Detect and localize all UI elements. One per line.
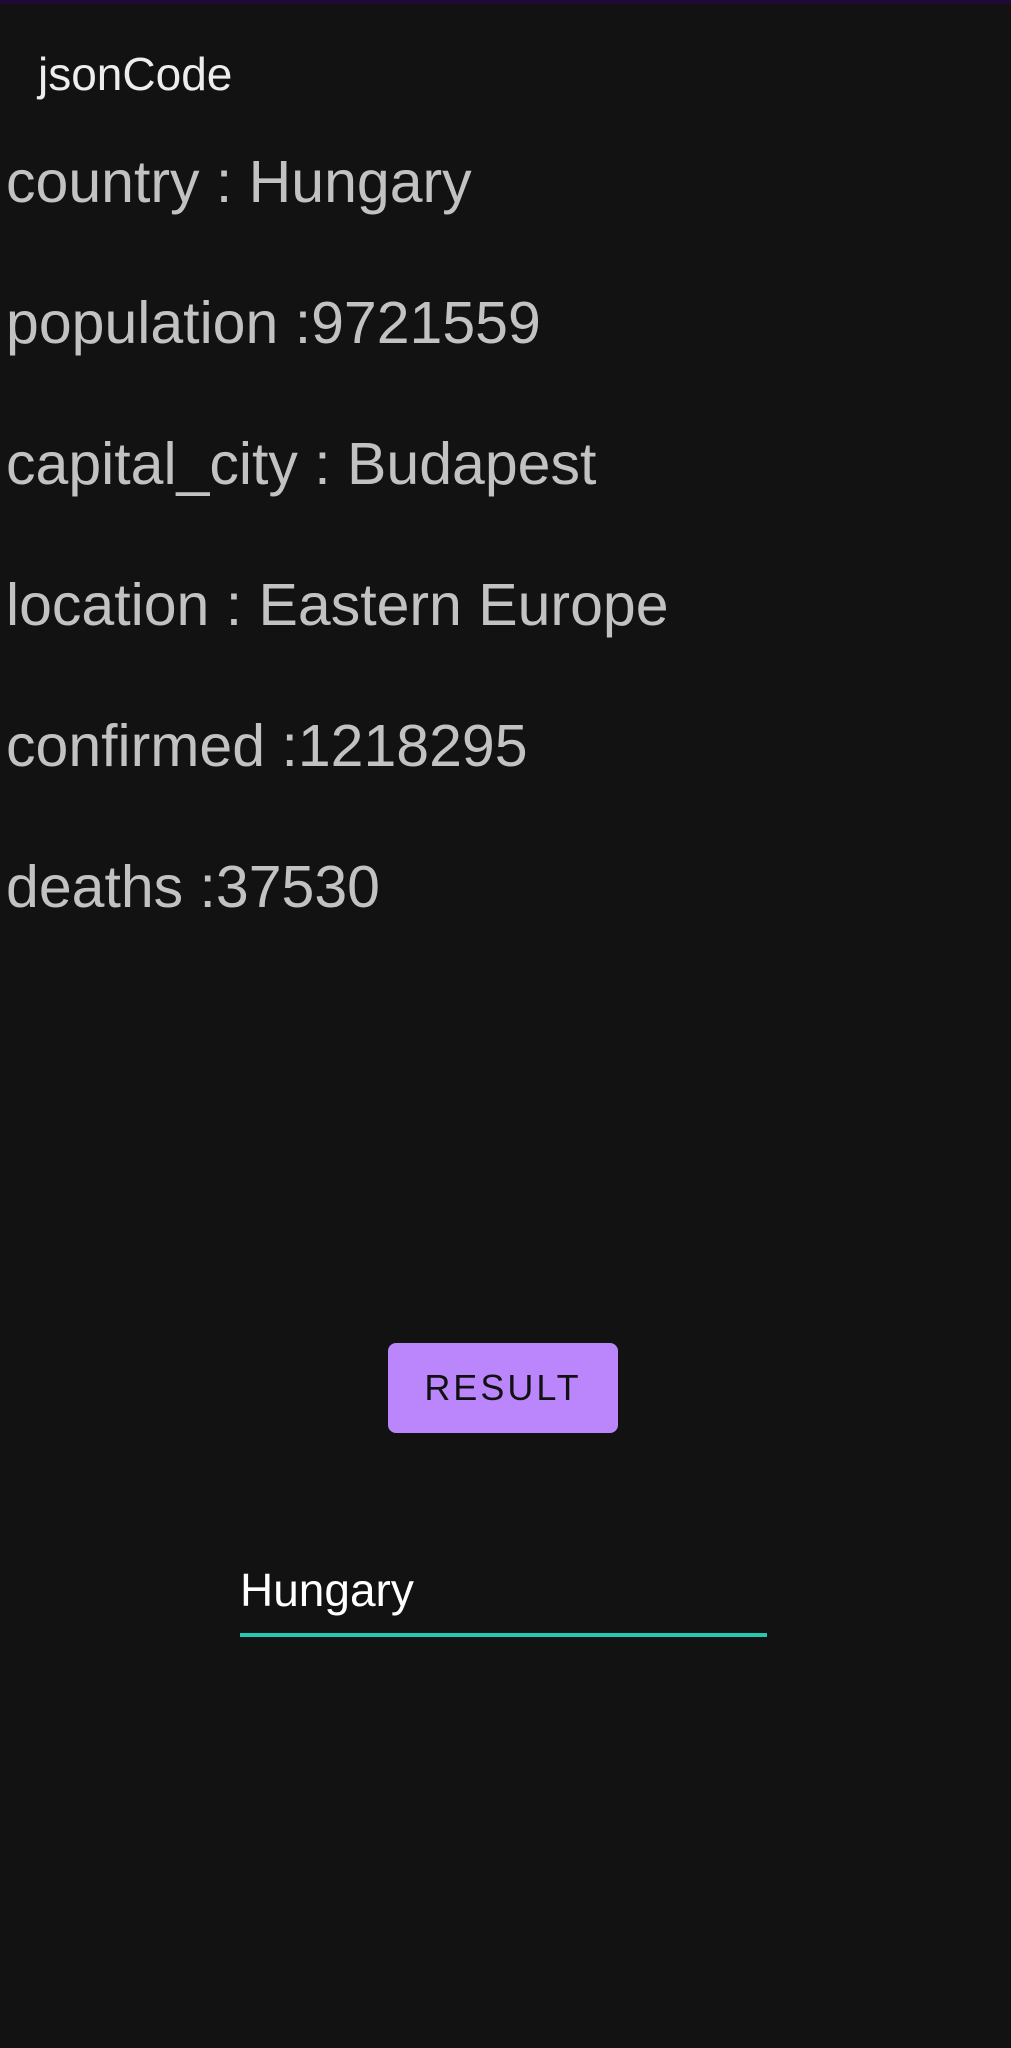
app-title: jsonCode: [38, 48, 233, 100]
status-bar-edge: [0, 0, 1011, 4]
info-list: country : Hungary population :9721559 ca…: [6, 146, 1006, 992]
info-row-deaths: deaths :37530: [6, 854, 380, 920]
info-row-confirmed: confirmed :1218295: [6, 713, 528, 779]
info-row-location: location : Eastern Europe: [6, 572, 669, 638]
info-row-country: country : Hungary: [6, 149, 472, 215]
info-row-capital-city: capital_city : Budapest: [6, 431, 597, 497]
info-row-population: population :9721559: [6, 290, 541, 356]
country-input[interactable]: [240, 1555, 767, 1637]
result-button[interactable]: RESULT: [388, 1343, 618, 1433]
